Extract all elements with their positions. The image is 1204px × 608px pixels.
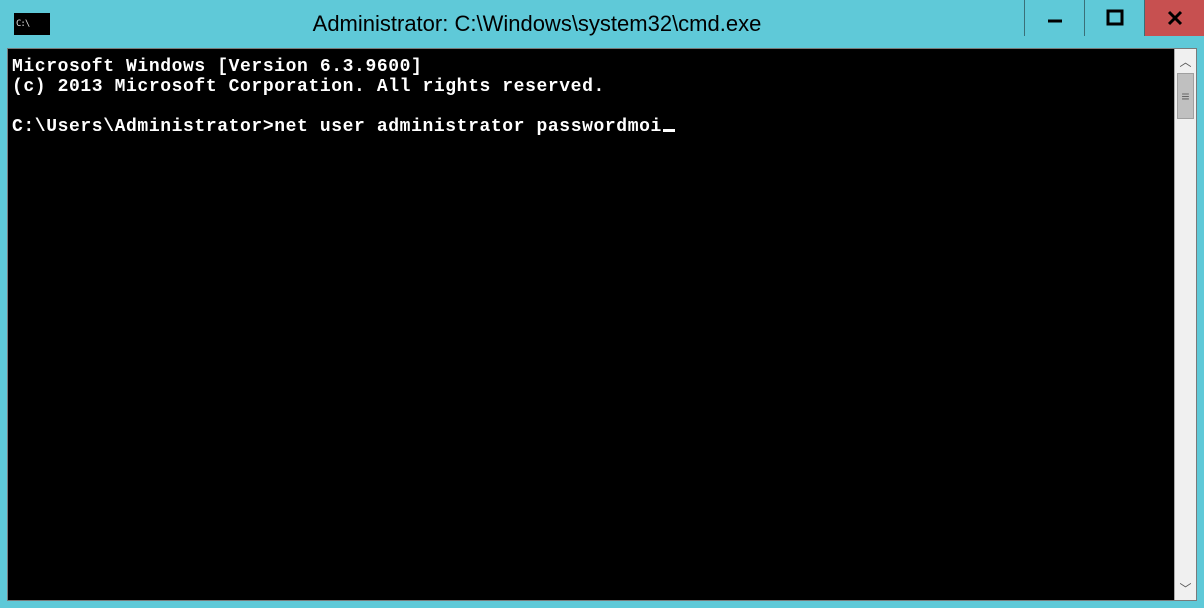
window-title: Administrator: C:\Windows\system32\cmd.e… — [50, 11, 1024, 37]
minimize-icon — [1046, 9, 1064, 27]
scroll-up-button[interactable]: ︿ — [1175, 49, 1196, 73]
command-input[interactable]: net user administrator passwordmoi — [274, 117, 662, 137]
scroll-down-button[interactable]: ﹀ — [1175, 576, 1196, 600]
client-area: Microsoft Windows [Version 6.3.9600] (c)… — [7, 48, 1197, 601]
close-button[interactable] — [1144, 0, 1204, 36]
minimize-button[interactable] — [1024, 0, 1084, 36]
scroll-thumb[interactable]: ≡ — [1177, 73, 1194, 119]
prompt: C:\Users\Administrator> — [12, 117, 274, 137]
scroll-track[interactable]: ≡ — [1175, 73, 1196, 576]
cursor — [663, 129, 675, 132]
version-line: Microsoft Windows [Version 6.3.9600] — [12, 57, 422, 77]
scroll-grip-icon: ≡ — [1181, 94, 1189, 98]
vertical-scrollbar[interactable]: ︿ ≡ ﹀ — [1174, 49, 1196, 600]
maximize-button[interactable] — [1084, 0, 1144, 36]
cmd-window: Administrator: C:\Windows\system32\cmd.e… — [0, 0, 1204, 608]
maximize-icon — [1106, 9, 1124, 27]
cmd-icon — [14, 13, 50, 35]
window-controls — [1024, 0, 1204, 36]
close-icon — [1166, 9, 1184, 27]
titlebar[interactable]: Administrator: C:\Windows\system32\cmd.e… — [0, 0, 1204, 48]
copyright-line: (c) 2013 Microsoft Corporation. All righ… — [12, 77, 605, 97]
terminal-output[interactable]: Microsoft Windows [Version 6.3.9600] (c)… — [8, 49, 1174, 600]
